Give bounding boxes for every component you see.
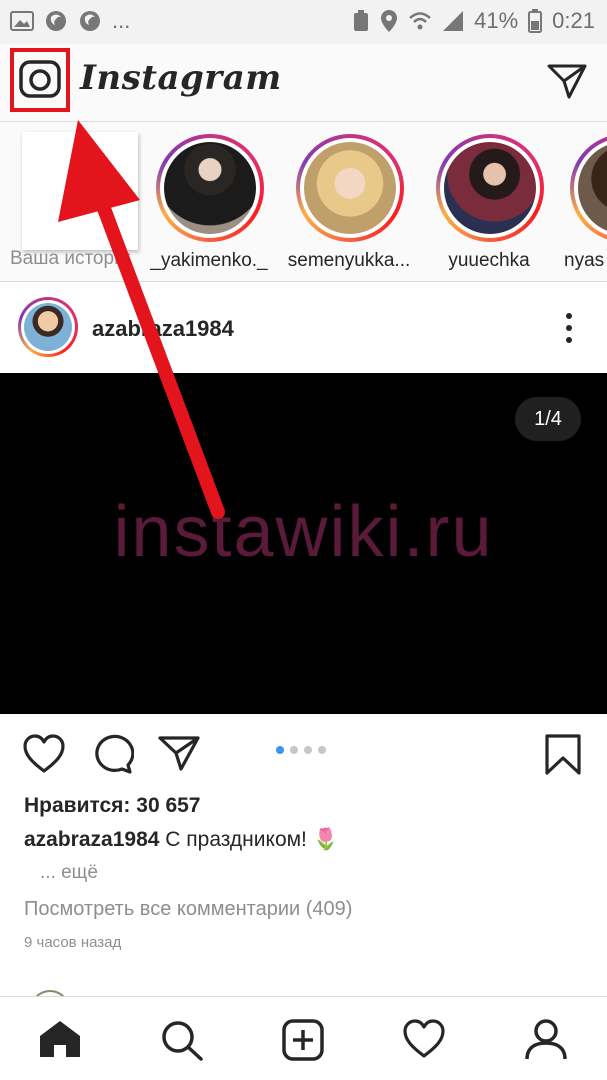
caption-username[interactable]: azabraza1984 (24, 828, 159, 851)
location-icon (381, 10, 398, 32)
post-header: azabraza1984 (0, 283, 607, 373)
profile-icon[interactable] (524, 1019, 568, 1061)
caption-text: С праздником! 🌷 (159, 828, 339, 851)
carousel-indicator (276, 746, 326, 754)
likes-count[interactable]: Нравится: 30 657 (24, 794, 201, 818)
stories-tray: Ваша история _yakimenko._ semenyukka... … (0, 122, 607, 282)
wifi-icon (409, 12, 431, 30)
firefox-notification-icon (46, 11, 66, 31)
camera-icon[interactable] (18, 59, 62, 99)
carousel-dot (304, 746, 312, 754)
app-header: Instagram (0, 44, 607, 122)
signal-icon (443, 11, 464, 31)
story-avatar (444, 142, 536, 234)
carousel-dot (318, 746, 326, 754)
battery-saver-icon (354, 10, 369, 31)
story-username: semenyukka... (287, 250, 411, 271)
my-story-card[interactable] (22, 132, 138, 250)
status-bar: ... 41% 0:21 (0, 0, 607, 44)
clock: 0:21 (552, 8, 595, 33)
story-username: _yakimenko._ (150, 250, 268, 271)
carousel-dot (290, 746, 298, 754)
view-comments-link[interactable]: Посмотреть все комментарии (409) (24, 898, 352, 921)
story-ring (570, 134, 607, 242)
post-actions (0, 714, 607, 794)
post-media[interactable]: 1/4 instawiki.ru (0, 373, 607, 714)
story-username: yuuechka (448, 250, 530, 271)
story-ring (436, 134, 544, 242)
post-avatar[interactable] (18, 297, 78, 357)
bottom-navigation (0, 996, 607, 1080)
bookmark-icon[interactable] (544, 734, 582, 776)
instagram-logo: Instagram (80, 58, 282, 98)
share-icon[interactable] (158, 734, 200, 772)
battery-percent: 41% (474, 8, 519, 33)
post-username[interactable]: azabraza1984 (92, 316, 234, 342)
my-story-label: Ваша история (10, 248, 130, 269)
more-notifications: ... (112, 8, 131, 33)
story-ring (296, 134, 404, 242)
story-avatar (164, 142, 256, 234)
firefox-notification-icon (80, 11, 100, 31)
comment-icon[interactable] (92, 734, 134, 774)
home-icon[interactable] (38, 1019, 82, 1059)
battery-icon (528, 9, 543, 33)
caption-more-link[interactable]: ... ещё (40, 862, 98, 884)
carousel-counter: 1/4 (515, 397, 581, 441)
carousel-dot (276, 746, 284, 754)
story-username: nyas (564, 250, 605, 271)
add-post-icon[interactable] (281, 1019, 325, 1061)
story-avatar (578, 142, 607, 234)
heart-icon[interactable] (22, 734, 66, 774)
post-caption: azabraza1984 С праздником! 🌷 (24, 828, 339, 852)
search-icon[interactable] (160, 1019, 204, 1061)
more-options-icon[interactable] (565, 313, 573, 343)
gallery-notification-icon (10, 11, 34, 31)
watermark: instawiki.ru (113, 492, 494, 572)
post-timestamp: 9 часов назад (24, 934, 122, 951)
story-avatar (304, 142, 396, 234)
direct-message-icon[interactable] (547, 62, 587, 100)
activity-icon[interactable] (402, 1019, 446, 1059)
story-ring (156, 134, 264, 242)
